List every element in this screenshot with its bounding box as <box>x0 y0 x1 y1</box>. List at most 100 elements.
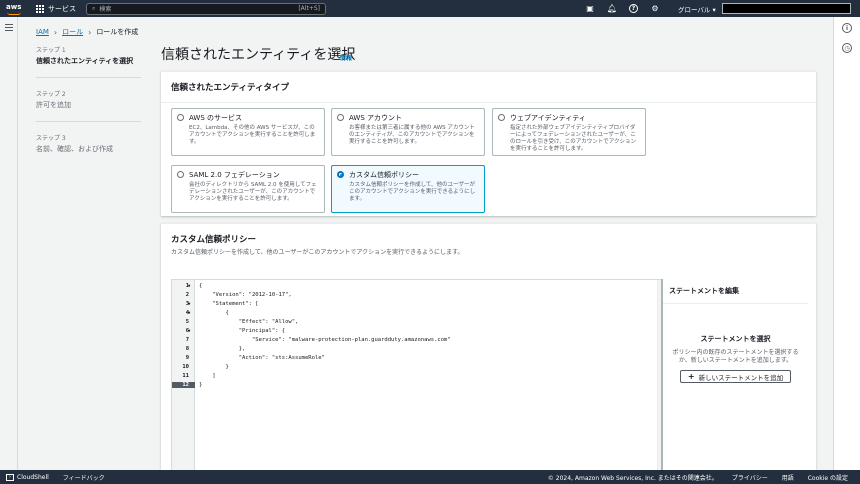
gear-icon[interactable]: ⚙ <box>650 3 660 13</box>
option-saml-federation[interactable]: SAML 2.0 フェデレーション 会社のディレクトリから SAML 2.0 を… <box>171 165 325 213</box>
option-title: SAML 2.0 フェデレーション <box>189 171 280 179</box>
radio-button-selected[interactable] <box>337 171 344 178</box>
fold-toggle-icon[interactable]: ▼ <box>188 283 190 288</box>
search-icon: ⌕ <box>92 4 96 12</box>
option-title: AWS のサービス <box>189 114 242 122</box>
step-1: ステップ 1 信頼されたエンティティを選択 <box>36 45 141 66</box>
cloudshell-button[interactable]: › CloudShell <box>6 473 49 481</box>
cookie-settings-link[interactable]: Cookie の設定 <box>808 473 848 482</box>
breadcrumb: IAM › ロール › ロールを作成 <box>36 27 138 37</box>
code-line[interactable]: 7 "Service": "malware-protection-plan.gu… <box>172 335 663 344</box>
line-number: 4 <box>185 309 189 316</box>
statement-panel-description: ポリシー内の既存のステートメントを選択するか、新しいステートメントを追加します。 <box>672 349 799 364</box>
code-text: }, <box>199 345 246 352</box>
code-line[interactable]: 12} <box>172 380 663 389</box>
code-line[interactable]: 4 ▼ { <box>172 308 663 317</box>
line-number: 12 <box>172 381 195 388</box>
nav-divider <box>17 17 18 470</box>
clock-icon[interactable]: ◷ <box>842 43 852 53</box>
step-number: ステップ 2 <box>36 91 66 98</box>
code-text: { <box>199 282 203 289</box>
search-shortcut: [Alt+S] <box>298 5 320 12</box>
step-title: 許可を追加 <box>36 101 71 109</box>
option-title: ウェブアイデンティティ <box>510 114 586 122</box>
option-description: お客様または第三者に属する他の AWS アカウントのエンティティが、このアカウン… <box>349 125 475 145</box>
option-custom-trust-policy[interactable]: カスタム信頼ポリシー カスタム信頼ポリシーを作成して、他のユーザーがこのアカウン… <box>331 165 485 213</box>
code-text: ] <box>199 372 216 379</box>
aws-logo[interactable]: aws <box>6 2 24 16</box>
line-number: 6 <box>185 327 189 334</box>
option-web-identity[interactable]: ウェブアイデンティティ 指定された外部ウェブアイデンティティプロバイダーによって… <box>492 108 646 156</box>
aws-logo-text: aws <box>6 2 22 11</box>
fold-toggle-icon[interactable]: ▼ <box>188 310 190 315</box>
breadcrumb-current: ロールを作成 <box>96 28 139 36</box>
step-3: ステップ 3 名前、確認、および作成 <box>36 133 141 154</box>
panel-subtitle: カスタム信頼ポリシーを作成して、他のユーザーがこのアカウントでアクションを実行で… <box>171 249 464 256</box>
info-link[interactable]: 情報 <box>340 53 352 62</box>
help-icon[interactable]: ? <box>629 3 638 13</box>
search-input[interactable]: ⌕ 検索 [Alt+S] <box>86 2 326 15</box>
radio-button[interactable] <box>498 114 505 121</box>
radio-button[interactable] <box>337 114 344 121</box>
cloudshell-label: CloudShell <box>17 473 49 481</box>
breadcrumb-iam[interactable]: IAM <box>36 28 49 36</box>
chevron-right-icon: › <box>53 27 58 37</box>
footer: › CloudShell フィードバック © 2024, Amazon Web … <box>0 470 860 484</box>
code-line[interactable]: 11 ] <box>172 371 663 380</box>
step-number: ステップ 1 <box>36 47 66 54</box>
code-line[interactable]: 9 "Action": "sts:AssumeRole" <box>172 353 663 362</box>
code-line[interactable]: 8 }, <box>172 344 663 353</box>
right-rail: i ◷ <box>833 17 860 470</box>
code-line[interactable]: 2 "Version": "2012-10-17", <box>172 290 663 299</box>
entity-type-panel: 信頼されたエンティティタイプ AWS のサービス EC2、Lambda、その他の… <box>161 71 816 216</box>
add-statement-label: 新しいステートメントを追加 <box>698 373 784 382</box>
code-line[interactable]: 5 "Effect": "Allow", <box>172 317 663 326</box>
menu-icon[interactable] <box>5 24 13 31</box>
statement-panel-header: ステートメントを編集 <box>663 279 808 304</box>
option-aws-account[interactable]: AWS アカウント お客様または第三者に属する他の AWS アカウントのエンティ… <box>331 108 485 156</box>
account-menu[interactable] <box>722 3 851 14</box>
line-number: 8 <box>185 345 189 352</box>
top-navigation: aws サービス ⌕ 検索 [Alt+S] ▣ 🔔︎ ? ⚙ グローバル ▾ <box>0 0 860 17</box>
option-title: AWS アカウント <box>349 114 402 122</box>
option-aws-service[interactable]: AWS のサービス EC2、Lambda、その他の AWS サービスが、このアカ… <box>171 108 325 156</box>
statement-editor-panel: ステートメントを編集 ステートメントを選択 ポリシー内の既存のステートメントを選… <box>661 279 808 471</box>
page-title: 信頼されたエンティティを選択 <box>161 47 356 63</box>
radio-button[interactable] <box>177 171 184 178</box>
services-menu-button[interactable]: サービス <box>36 4 76 14</box>
fold-toggle-icon[interactable]: ▼ <box>188 301 190 306</box>
code-text: "Effect": "Allow", <box>199 318 299 325</box>
breadcrumb-roles[interactable]: ロール <box>62 27 83 37</box>
code-line[interactable]: 6 ▼ "Principal": { <box>172 326 663 335</box>
step-title: 名前、確認、および作成 <box>36 145 113 153</box>
option-description: カスタム信頼ポリシーを作成して、他のユーザーがこのアカウントでアクションを実行で… <box>349 182 476 202</box>
panel-title: カスタム信頼ポリシー <box>171 235 257 245</box>
privacy-link[interactable]: プライバシー <box>732 473 768 482</box>
region-selector[interactable]: グローバル ▾ <box>678 4 716 14</box>
add-statement-button[interactable]: + 新しいステートメントを追加 <box>680 370 791 383</box>
json-policy-editor[interactable]: 1 ▼{2 "Version": "2012-10-17", 3 ▼ "Stateme… <box>171 279 664 471</box>
step-2: ステップ 2 許可を追加 <box>36 89 141 110</box>
code-line[interactable]: 1 ▼ { <box>172 281 663 290</box>
cloudshell-icon[interactable]: ▣ <box>585 3 595 13</box>
step-title: 信頼されたエンティティを選択 <box>36 57 134 65</box>
custom-policy-panel: カスタム信頼ポリシー カスタム信頼ポリシーを作成して、他のユーザーがこのアカウン… <box>161 223 816 471</box>
bell-icon[interactable]: 🔔︎ <box>607 3 617 13</box>
line-number: 10 <box>182 363 189 370</box>
copyright-text: © 2024, Amazon Web Services, Inc. またはその関… <box>547 474 718 482</box>
code-text: } <box>199 381 203 388</box>
radio-button[interactable] <box>177 114 184 121</box>
code-text: "Service": "malware-protection-plan.guar… <box>199 336 451 343</box>
info-icon[interactable]: i <box>842 23 852 33</box>
code-text: { <box>199 309 229 316</box>
code-line[interactable]: 10 } <box>172 362 663 371</box>
fold-toggle-icon[interactable]: ▼ <box>188 328 190 333</box>
option-title: カスタム信頼ポリシー <box>349 171 419 179</box>
option-description: 指定された外部ウェブアイデンティティプロバイダーによってフェデレーションされたユ… <box>510 125 636 152</box>
plus-icon: + <box>687 372 695 381</box>
feedback-link[interactable]: フィードバック <box>63 473 105 482</box>
code-line[interactable]: 3 ▼ "Statement": [ <box>172 299 663 308</box>
line-number: 5 <box>185 318 189 325</box>
code-text: "Action": "sts:AssumeRole" <box>199 354 325 361</box>
terms-link[interactable]: 用語 <box>782 473 794 482</box>
